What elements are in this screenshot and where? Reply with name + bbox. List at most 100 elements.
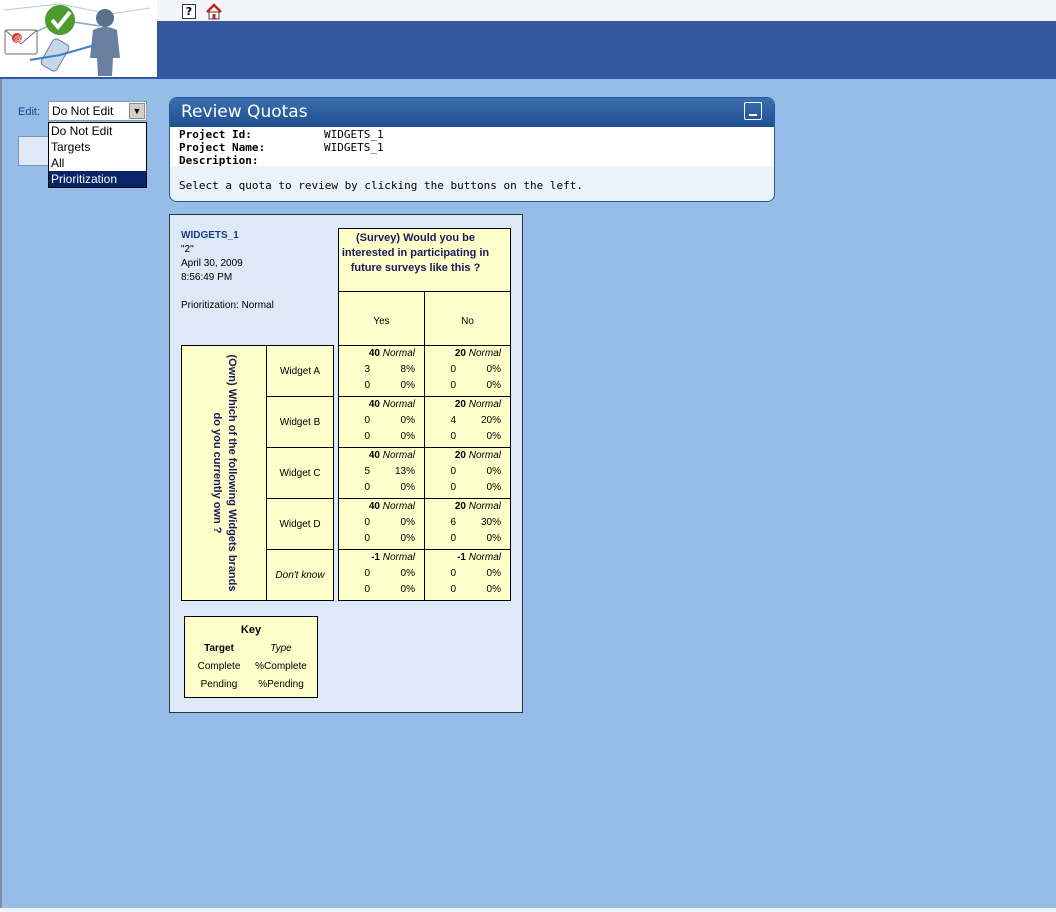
cell-pct-complete: 0% (400, 517, 415, 528)
quota-cell: -1 Normal 0 0% 0 0% (339, 550, 425, 600)
key-complete: Complete (197, 661, 241, 672)
quota-cell: 20 Normal 6 30% 0 0% (425, 499, 510, 550)
edit-mode-dropdown[interactable]: Do Not Edit Targets All Prioritization (48, 122, 147, 188)
quota-button[interactable] (18, 136, 48, 166)
key-legend: Key Target Type Complete %Complete Pendi… (184, 616, 318, 698)
cell-complete: 0 (450, 466, 456, 477)
cell-target: 20 (454, 348, 466, 359)
cell-pct-pending: 0% (400, 431, 415, 442)
cell-complete: 0 (450, 364, 456, 375)
cell-pending: 0 (450, 431, 456, 442)
cell-pct-pending: 0% (486, 482, 501, 493)
cell-target-line: 40 Normal (369, 448, 415, 464)
cell-target: 20 (454, 450, 466, 461)
cell-type: Normal (468, 501, 501, 512)
edit-option-prioritization[interactable]: Prioritization (49, 171, 146, 187)
cell-target-line: 20 Normal (455, 397, 501, 413)
cell-target: 40 (368, 399, 380, 410)
logo-illustration-icon: @ (0, 0, 157, 77)
review-quotas-panel: Review Quotas Project Id: WIDGETS_1 Proje… (169, 97, 775, 202)
minimize-icon[interactable] (744, 102, 762, 120)
cell-pct-complete: 0% (400, 568, 415, 579)
help-icon[interactable]: ? (182, 4, 196, 19)
key-target: Target (204, 643, 234, 654)
edit-mode-select[interactable]: Do Not Edit ▼ (48, 101, 147, 121)
cell-pct-pending: 0% (486, 431, 501, 442)
project-name-value: WIDGETS_1 (324, 141, 384, 154)
cell-complete: 4 (450, 415, 456, 426)
quota-time: 8:56:49 PM (181, 272, 233, 283)
cell-pct-pending: 0% (400, 533, 415, 544)
cell-type: Normal (382, 399, 415, 410)
column-question: (Survey) Would you be interested in part… (339, 229, 510, 292)
cell-complete: 0 (364, 415, 370, 426)
cell-type: Normal (468, 348, 501, 359)
cell-type: Normal (468, 552, 501, 563)
home-icon[interactable] (205, 3, 223, 20)
cell-type: Normal (382, 501, 415, 512)
chevron-down-icon[interactable]: ▼ (129, 103, 145, 119)
cell-target: 40 (368, 348, 380, 359)
cell-pct-complete: 20% (480, 415, 501, 426)
quota-id: "2" (181, 244, 194, 255)
key-pending: Pending (200, 679, 238, 690)
cell-pending: 0 (364, 584, 370, 595)
cell-pending: 0 (450, 533, 456, 544)
cell-target: 20 (454, 501, 466, 512)
quota-cell: 40 Normal 0 0% 0 0% (339, 397, 425, 448)
edit-option-all[interactable]: All (49, 155, 146, 171)
quota-grid: 40 Normal 3 8% 0 0% 20 Normal 0 0% 0 0% 40 Normal 0… (338, 345, 511, 601)
cell-pct-complete: 0% (400, 415, 415, 426)
cell-complete: 6 (450, 517, 456, 528)
cell-pct-pending: 0% (486, 380, 501, 391)
cell-type: Normal (468, 399, 501, 410)
quota-project: WIDGETS_1 (181, 230, 239, 241)
cell-target: -1 (371, 552, 380, 563)
quota-cell: 20 Normal 0 0% 0 0% (425, 346, 510, 397)
cell-target-line: 40 Normal (369, 397, 415, 413)
cell-target-line: 20 Normal (455, 346, 501, 362)
cell-target-line: 20 Normal (455, 448, 501, 464)
cell-pending: 0 (450, 584, 456, 595)
cell-pct-complete: 8% (400, 364, 415, 375)
row-question: (Own) Which of the following Widgets bra… (211, 354, 238, 592)
cell-pending: 0 (450, 380, 456, 391)
cell-type: Normal (382, 450, 415, 461)
cell-target-line: 40 Normal (369, 346, 415, 362)
cell-pct-pending: 0% (400, 482, 415, 493)
cell-target-line: 40 Normal (369, 499, 415, 515)
cell-pct-pending: 0% (400, 380, 415, 391)
edit-option-targets[interactable]: Targets (49, 139, 146, 155)
cell-pct-pending: 0% (486, 533, 501, 544)
instruction-text: Select a quota to review by clicking the… (170, 166, 774, 201)
quota-report: WIDGETS_1 "2" April 30, 2009 8:56:49 PM … (169, 214, 523, 713)
cell-pct-pending: 0% (400, 584, 415, 595)
cell-type: Normal (468, 450, 501, 461)
column-label-no: No (461, 316, 474, 327)
project-id-row: Project Id: WIDGETS_1 (179, 128, 774, 141)
cell-target: 40 (368, 450, 380, 461)
cell-pending: 0 (450, 482, 456, 493)
cell-target-line: 20 Normal (455, 499, 501, 515)
column-question-header: (Survey) Would you be interested in part… (338, 228, 511, 352)
cell-complete: 0 (364, 517, 370, 528)
quota-cell: -1 Normal 0 0% 0 0% (425, 550, 510, 600)
quota-cell: 40 Normal 5 13% 0 0% (339, 448, 425, 499)
cell-pending: 0 (364, 380, 370, 391)
quota-cell: 40 Normal 0 0% 0 0% (339, 499, 425, 550)
cell-target-line: -1 Normal (457, 550, 501, 566)
window-left-border (0, 0, 2, 912)
cell-type: Normal (382, 348, 415, 359)
app-logo: @ (0, 0, 157, 79)
cell-pct-complete: 0% (486, 466, 501, 477)
row-label: Widget A (267, 346, 333, 397)
cell-complete: 3 (364, 364, 370, 375)
cell-pct-pending: 0% (486, 584, 501, 595)
project-info: Project Id: WIDGETS_1 Project Name: WIDGET… (170, 127, 774, 167)
edit-option-do-not-edit[interactable]: Do Not Edit (49, 123, 146, 139)
cell-pct-complete: 0% (486, 568, 501, 579)
quota-meta: WIDGETS_1 "2" April 30, 2009 8:56:49 PM … (181, 229, 274, 313)
quota-date: April 30, 2009 (181, 258, 243, 269)
cell-pct-complete: 13% (394, 466, 415, 477)
panel-header: Review Quotas (170, 98, 774, 127)
